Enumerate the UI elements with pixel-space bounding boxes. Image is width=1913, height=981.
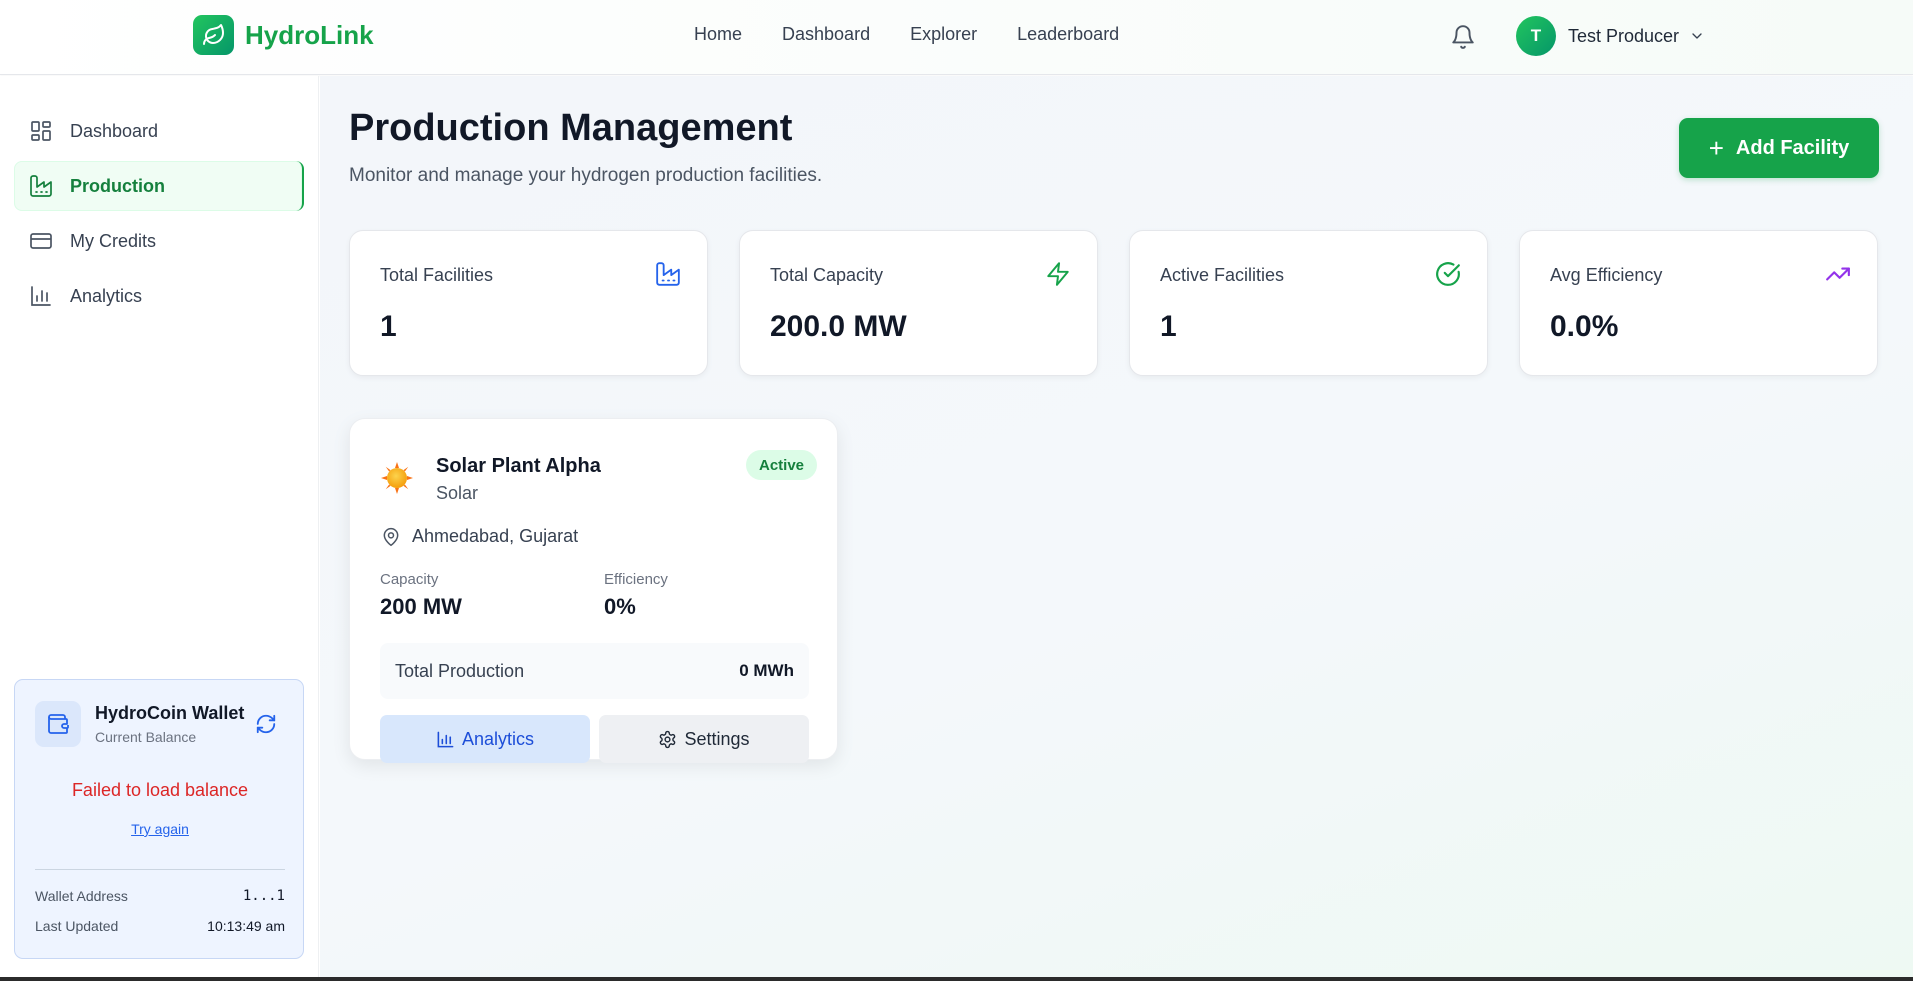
try-again-link[interactable]: Try again xyxy=(15,821,305,837)
leaf-logo-icon xyxy=(193,15,234,55)
location-text: Ahmedabad, Gujarat xyxy=(412,526,579,546)
wallet-address-label: Wallet Address xyxy=(35,888,128,904)
sidebar-item-label: Analytics xyxy=(70,285,143,306)
credit-card-icon xyxy=(30,233,52,249)
bar-chart-icon xyxy=(31,286,51,306)
facility-name: Solar Plant Alpha xyxy=(436,455,601,477)
facility-settings-button[interactable]: Settings xyxy=(599,715,809,763)
analytics-button-label: Analytics xyxy=(461,728,535,749)
stat-value: 1 xyxy=(380,310,397,343)
sidebar-item-label: My Credits xyxy=(70,230,157,251)
lightning-icon xyxy=(1047,262,1069,286)
wallet-updated-value: 10:13:49 am xyxy=(207,918,285,934)
bar-chart-icon xyxy=(437,731,454,747)
user-name: Test Producer xyxy=(1568,25,1680,46)
sun-icon xyxy=(381,462,413,494)
stat-card-active-facilities: Active Facilities 1 xyxy=(1129,230,1488,376)
total-production-value: 0 MWh xyxy=(739,661,794,680)
stat-card-total-facilities: Total Facilities 1 xyxy=(349,230,708,376)
stat-label: Avg Efficiency xyxy=(1550,265,1663,285)
wallet-icon xyxy=(35,701,81,747)
settings-button-label: Settings xyxy=(684,728,750,749)
refresh-icon[interactable] xyxy=(255,713,277,735)
plus-icon: + xyxy=(1708,133,1724,163)
facility-location: Ahmedabad, Gujarat xyxy=(381,526,578,547)
avatar: T xyxy=(1516,16,1556,56)
sidebar-item-production[interactable]: Production xyxy=(14,161,304,211)
wallet-address-value: 1...1 xyxy=(242,888,285,904)
stat-label: Active Facilities xyxy=(1160,265,1285,285)
brand[interactable]: HydroLink xyxy=(193,15,374,55)
facility-card: Solar Plant Alpha Solar Active Ahmedabad… xyxy=(349,418,838,763)
wallet-card: HydroCoin Wallet Current Balance Failed … xyxy=(14,679,304,959)
total-production-label: Total Production xyxy=(395,660,525,681)
facility-type: Solar xyxy=(436,483,479,503)
capacity-label: Capacity xyxy=(380,571,439,588)
stat-value: 0.0% xyxy=(1550,310,1619,343)
wallet-address-row: Wallet Address 1...1 xyxy=(35,888,285,904)
factory-icon xyxy=(30,175,52,197)
top-navbar: HydroLink Home Dashboard Explorer Leader… xyxy=(0,0,1913,75)
nav-explorer-link[interactable]: Explorer xyxy=(910,24,977,45)
wallet-divider xyxy=(35,869,285,870)
map-pin-icon xyxy=(383,527,399,546)
status-badge: Active xyxy=(746,450,818,480)
facility-analytics-button[interactable]: Analytics xyxy=(380,715,590,763)
stat-card-total-capacity: Total Capacity 200.0 MW xyxy=(739,230,1098,376)
sidebar-item-my-credits[interactable]: My Credits xyxy=(14,216,304,266)
wallet-updated-row: Last Updated 10:13:49 am xyxy=(35,918,285,934)
wallet-title: HydroCoin Wallet xyxy=(95,703,245,723)
capacity-value: 200 MW xyxy=(380,594,462,619)
dashboard-grid-icon xyxy=(31,121,51,141)
main-content: Production Management Monitor and manage… xyxy=(320,76,1913,977)
trending-up-icon xyxy=(1826,267,1850,281)
total-production-box: Total Production 0 MWh xyxy=(380,643,809,699)
stat-value: 200.0 MW xyxy=(770,310,907,343)
add-facility-label: Add Facility xyxy=(1735,136,1850,159)
wallet-subtitle: Current Balance xyxy=(95,729,197,745)
stat-card-avg-efficiency: Avg Efficiency 0.0% xyxy=(1519,230,1878,376)
user-menu[interactable]: T Test Producer xyxy=(1516,16,1705,56)
gear-icon xyxy=(660,730,676,748)
stat-value: 1 xyxy=(1160,310,1177,343)
nav-leaderboard-link[interactable]: Leaderboard xyxy=(1017,24,1119,45)
page-subtitle: Monitor and manage your hydrogen product… xyxy=(349,165,823,186)
wallet-updated-label: Last Updated xyxy=(35,918,119,934)
check-circle-icon xyxy=(1436,262,1460,286)
sidebar: Dashboard Production My Credits Analytic… xyxy=(0,76,319,977)
add-facility-button[interactable]: + Add Facility xyxy=(1679,118,1879,178)
efficiency-label: Efficiency xyxy=(604,571,668,588)
top-nav: Home Dashboard Explorer Leaderboard xyxy=(694,24,1159,45)
nav-dashboard-link[interactable]: Dashboard xyxy=(782,24,870,45)
efficiency-value: 0% xyxy=(604,594,636,619)
brand-name: HydroLink xyxy=(245,19,374,50)
sidebar-item-label: Production xyxy=(70,175,165,196)
app-window: HydroLink Home Dashboard Explorer Leader… xyxy=(0,0,1913,977)
stat-label: Total Facilities xyxy=(380,265,494,285)
page-title: Production Management xyxy=(349,107,793,149)
sidebar-item-label: Dashboard xyxy=(70,120,159,141)
chevron-down-icon xyxy=(1692,33,1702,39)
bell-icon[interactable] xyxy=(1450,24,1476,50)
sidebar-item-analytics[interactable]: Analytics xyxy=(14,271,304,321)
stat-label: Total Capacity xyxy=(770,265,884,285)
nav-home-link[interactable]: Home xyxy=(694,24,742,45)
factory-icon xyxy=(656,262,680,286)
wallet-error-message: Failed to load balance xyxy=(71,780,249,800)
sidebar-item-dashboard[interactable]: Dashboard xyxy=(14,106,304,156)
